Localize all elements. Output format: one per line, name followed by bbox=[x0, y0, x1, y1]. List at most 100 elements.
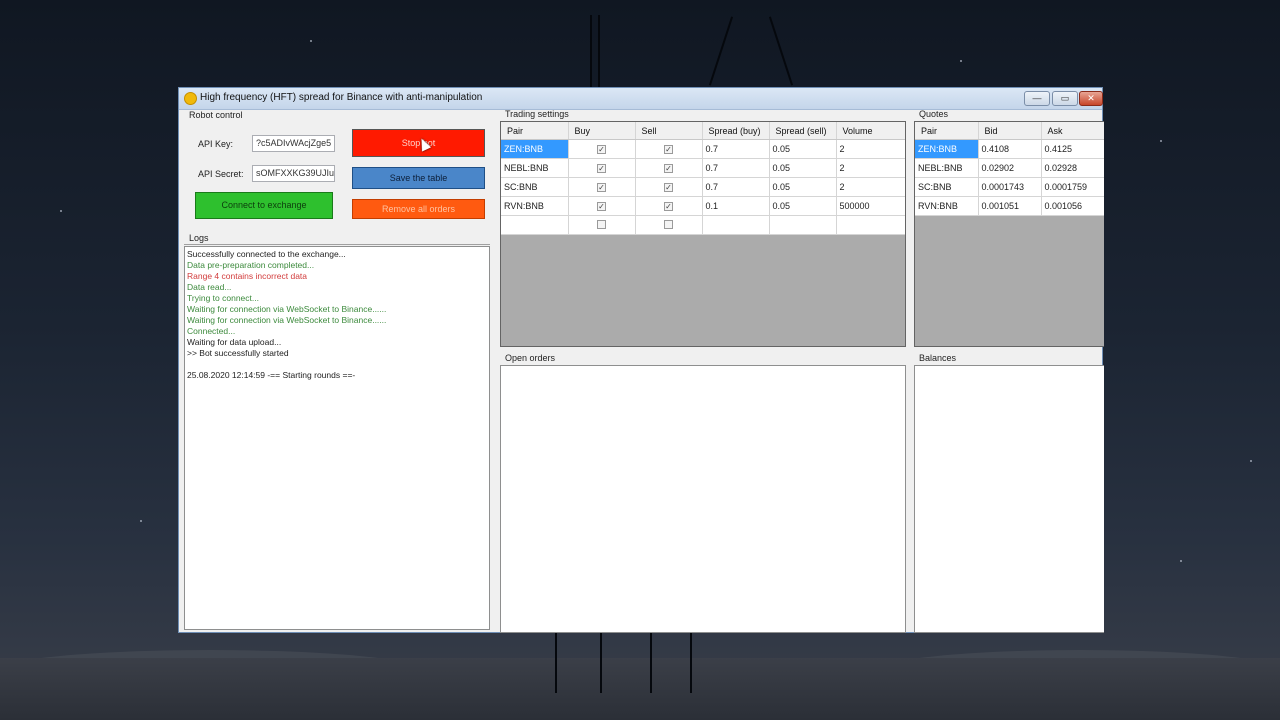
close-button[interactable]: ✕ bbox=[1079, 91, 1103, 106]
cell-spread-sell[interactable] bbox=[769, 215, 837, 235]
column-header-bid[interactable]: Bid bbox=[978, 122, 1042, 140]
log-line: Waiting for data upload... bbox=[187, 337, 282, 347]
connect-exchange-button[interactable]: Connect to exchange bbox=[195, 192, 333, 219]
column-header-spread-buy[interactable]: Spread (buy) bbox=[702, 122, 770, 140]
column-header-volume[interactable]: Volume bbox=[836, 122, 905, 140]
log-line: Range 4 contains incorrect data bbox=[187, 271, 308, 281]
cell-pair[interactable]: RVN:BNB bbox=[915, 196, 979, 216]
cell-ask[interactable]: 0.0001759 bbox=[1041, 177, 1104, 197]
cell-volume[interactable]: 500000 bbox=[836, 196, 905, 216]
logs-textbox[interactable]: Successfully connected to the exchange..… bbox=[184, 246, 490, 630]
cell-pair[interactable]: SC:BNB bbox=[915, 177, 979, 197]
table-row[interactable]: ZEN:BNB ✓ ✓ 0.7 0.05 2 bbox=[501, 139, 905, 159]
save-table-button[interactable]: Save the table bbox=[352, 167, 485, 189]
trading-settings-header: Trading settings bbox=[505, 109, 569, 119]
table-row[interactable] bbox=[501, 215, 905, 235]
table-row[interactable]: RVN:BNB 0.001051 0.001056 bbox=[915, 196, 1104, 216]
trading-settings-grid[interactable]: Pair Buy Sell Spread (buy) Spread (sell)… bbox=[500, 121, 906, 347]
sell-checkbox[interactable]: ✓ bbox=[664, 164, 673, 173]
cell-pair[interactable]: NEBL:BNB bbox=[915, 158, 979, 178]
cell-pair[interactable]: NEBL:BNB bbox=[501, 158, 569, 178]
buy-checkbox[interactable]: ✓ bbox=[597, 145, 606, 154]
cell-ask[interactable]: 0.4125 bbox=[1041, 139, 1104, 159]
log-line: Data pre-preparation completed... bbox=[187, 260, 315, 270]
cell-pair[interactable]: RVN:BNB bbox=[501, 196, 569, 216]
buy-checkbox[interactable]: ✓ bbox=[597, 164, 606, 173]
title-bar[interactable]: High frequency (HFT) spread for Binance … bbox=[179, 88, 1103, 110]
table-row[interactable]: NEBL:BNB 0.02902 0.02928 bbox=[915, 158, 1104, 178]
minimize-button[interactable]: — bbox=[1024, 91, 1050, 106]
buy-checkbox[interactable]: ✓ bbox=[597, 183, 606, 192]
cell-pair[interactable]: ZEN:BNB bbox=[501, 139, 569, 159]
table-row[interactable]: SC:BNB 0.0001743 0.0001759 bbox=[915, 177, 1104, 197]
cell-buy: ✓ bbox=[568, 139, 636, 159]
sell-checkbox[interactable]: ✓ bbox=[664, 202, 673, 211]
api-secret-label: API Secret: bbox=[198, 169, 244, 179]
cell-bid[interactable]: 0.0001743 bbox=[978, 177, 1042, 197]
column-header-spread-sell[interactable]: Spread (sell) bbox=[769, 122, 837, 140]
log-line: Waiting for connection via WebSocket to … bbox=[187, 304, 387, 314]
cell-buy: ✓ bbox=[568, 158, 636, 178]
buy-checkbox[interactable] bbox=[597, 219, 606, 229]
column-header-buy[interactable]: Buy bbox=[568, 122, 636, 140]
column-header-sell[interactable]: Sell bbox=[635, 122, 703, 140]
cell-pair[interactable]: ZEN:BNB bbox=[915, 139, 979, 159]
cell-pair[interactable] bbox=[501, 215, 569, 235]
remove-orders-button[interactable]: Remove all orders bbox=[352, 199, 485, 219]
balances-header: Balances bbox=[919, 353, 957, 363]
maximize-button[interactable]: ▭ bbox=[1052, 91, 1078, 106]
log-line: Successfully connected to the exchange..… bbox=[187, 249, 346, 259]
cell-sell: ✓ bbox=[635, 139, 703, 159]
cell-spread-sell[interactable]: 0.05 bbox=[769, 196, 837, 216]
log-line: Trying to connect... bbox=[187, 293, 259, 303]
table-row[interactable]: NEBL:BNB ✓ ✓ 0.7 0.05 2 bbox=[501, 158, 905, 178]
sell-checkbox[interactable] bbox=[664, 219, 673, 229]
open-orders-grid[interactable] bbox=[500, 365, 906, 633]
cell-spread-sell[interactable]: 0.05 bbox=[769, 139, 837, 159]
cell-spread-sell[interactable]: 0.05 bbox=[769, 158, 837, 178]
column-header-pair[interactable]: Pair bbox=[915, 122, 979, 140]
cell-bid[interactable]: 0.02902 bbox=[978, 158, 1042, 178]
cell-sell: ✓ bbox=[635, 177, 703, 197]
cell-sell bbox=[635, 215, 703, 235]
quotes-header: Quotes bbox=[919, 109, 949, 119]
cell-spread-buy[interactable] bbox=[702, 215, 770, 235]
balances-grid[interactable] bbox=[914, 365, 1104, 633]
window-title: High frequency (HFT) spread for Binance … bbox=[200, 92, 483, 103]
cell-pair[interactable]: SC:BNB bbox=[501, 177, 569, 197]
cell-spread-sell[interactable]: 0.05 bbox=[769, 177, 837, 197]
cell-spread-buy[interactable]: 0.7 bbox=[702, 177, 770, 197]
binance-app-icon bbox=[184, 92, 197, 105]
cell-bid[interactable]: 0.001051 bbox=[978, 196, 1042, 216]
log-line: Data read... bbox=[187, 282, 232, 292]
sell-checkbox[interactable]: ✓ bbox=[664, 145, 673, 154]
sell-checkbox[interactable]: ✓ bbox=[664, 183, 673, 192]
table-row[interactable]: RVN:BNB ✓ ✓ 0.1 0.05 500000 bbox=[501, 196, 905, 216]
column-header-pair[interactable]: Pair bbox=[501, 122, 569, 140]
log-line: >> Bot successfully started bbox=[187, 348, 289, 358]
cell-bid[interactable]: 0.4108 bbox=[978, 139, 1042, 159]
api-key-input[interactable]: ?c5ADIvWAcjZge5 bbox=[252, 135, 335, 152]
cell-spread-buy[interactable]: 0.1 bbox=[702, 196, 770, 216]
log-line: 25.08.2020 12:14:59 -== Starting rounds … bbox=[187, 370, 356, 380]
cell-spread-buy[interactable]: 0.7 bbox=[702, 139, 770, 159]
column-header-ask[interactable]: Ask bbox=[1041, 122, 1104, 140]
open-orders-header: Open orders bbox=[505, 353, 556, 363]
cell-volume[interactable]: 2 bbox=[836, 158, 905, 178]
table-row[interactable]: SC:BNB ✓ ✓ 0.7 0.05 2 bbox=[501, 177, 905, 197]
robot-control-header: Robot control bbox=[189, 110, 243, 120]
cell-sell: ✓ bbox=[635, 196, 703, 216]
log-line: Waiting for connection via WebSocket to … bbox=[187, 315, 387, 325]
api-secret-input[interactable]: sOMFXXKG39UJIu( bbox=[252, 165, 335, 182]
cell-buy: ✓ bbox=[568, 196, 636, 216]
cell-ask[interactable]: 0.02928 bbox=[1041, 158, 1104, 178]
cell-volume[interactable]: 2 bbox=[836, 177, 905, 197]
cell-ask[interactable]: 0.001056 bbox=[1041, 196, 1104, 216]
cell-spread-buy[interactable]: 0.7 bbox=[702, 158, 770, 178]
cell-volume[interactable] bbox=[836, 215, 905, 235]
quotes-grid[interactable]: Pair Bid Ask ZEN:BNB 0.4108 0.4125 NEBL:BNB… bbox=[914, 121, 1104, 347]
cell-volume[interactable]: 2 bbox=[836, 139, 905, 159]
table-row[interactable]: ZEN:BNB 0.4108 0.4125 bbox=[915, 139, 1104, 159]
buy-checkbox[interactable]: ✓ bbox=[597, 202, 606, 211]
